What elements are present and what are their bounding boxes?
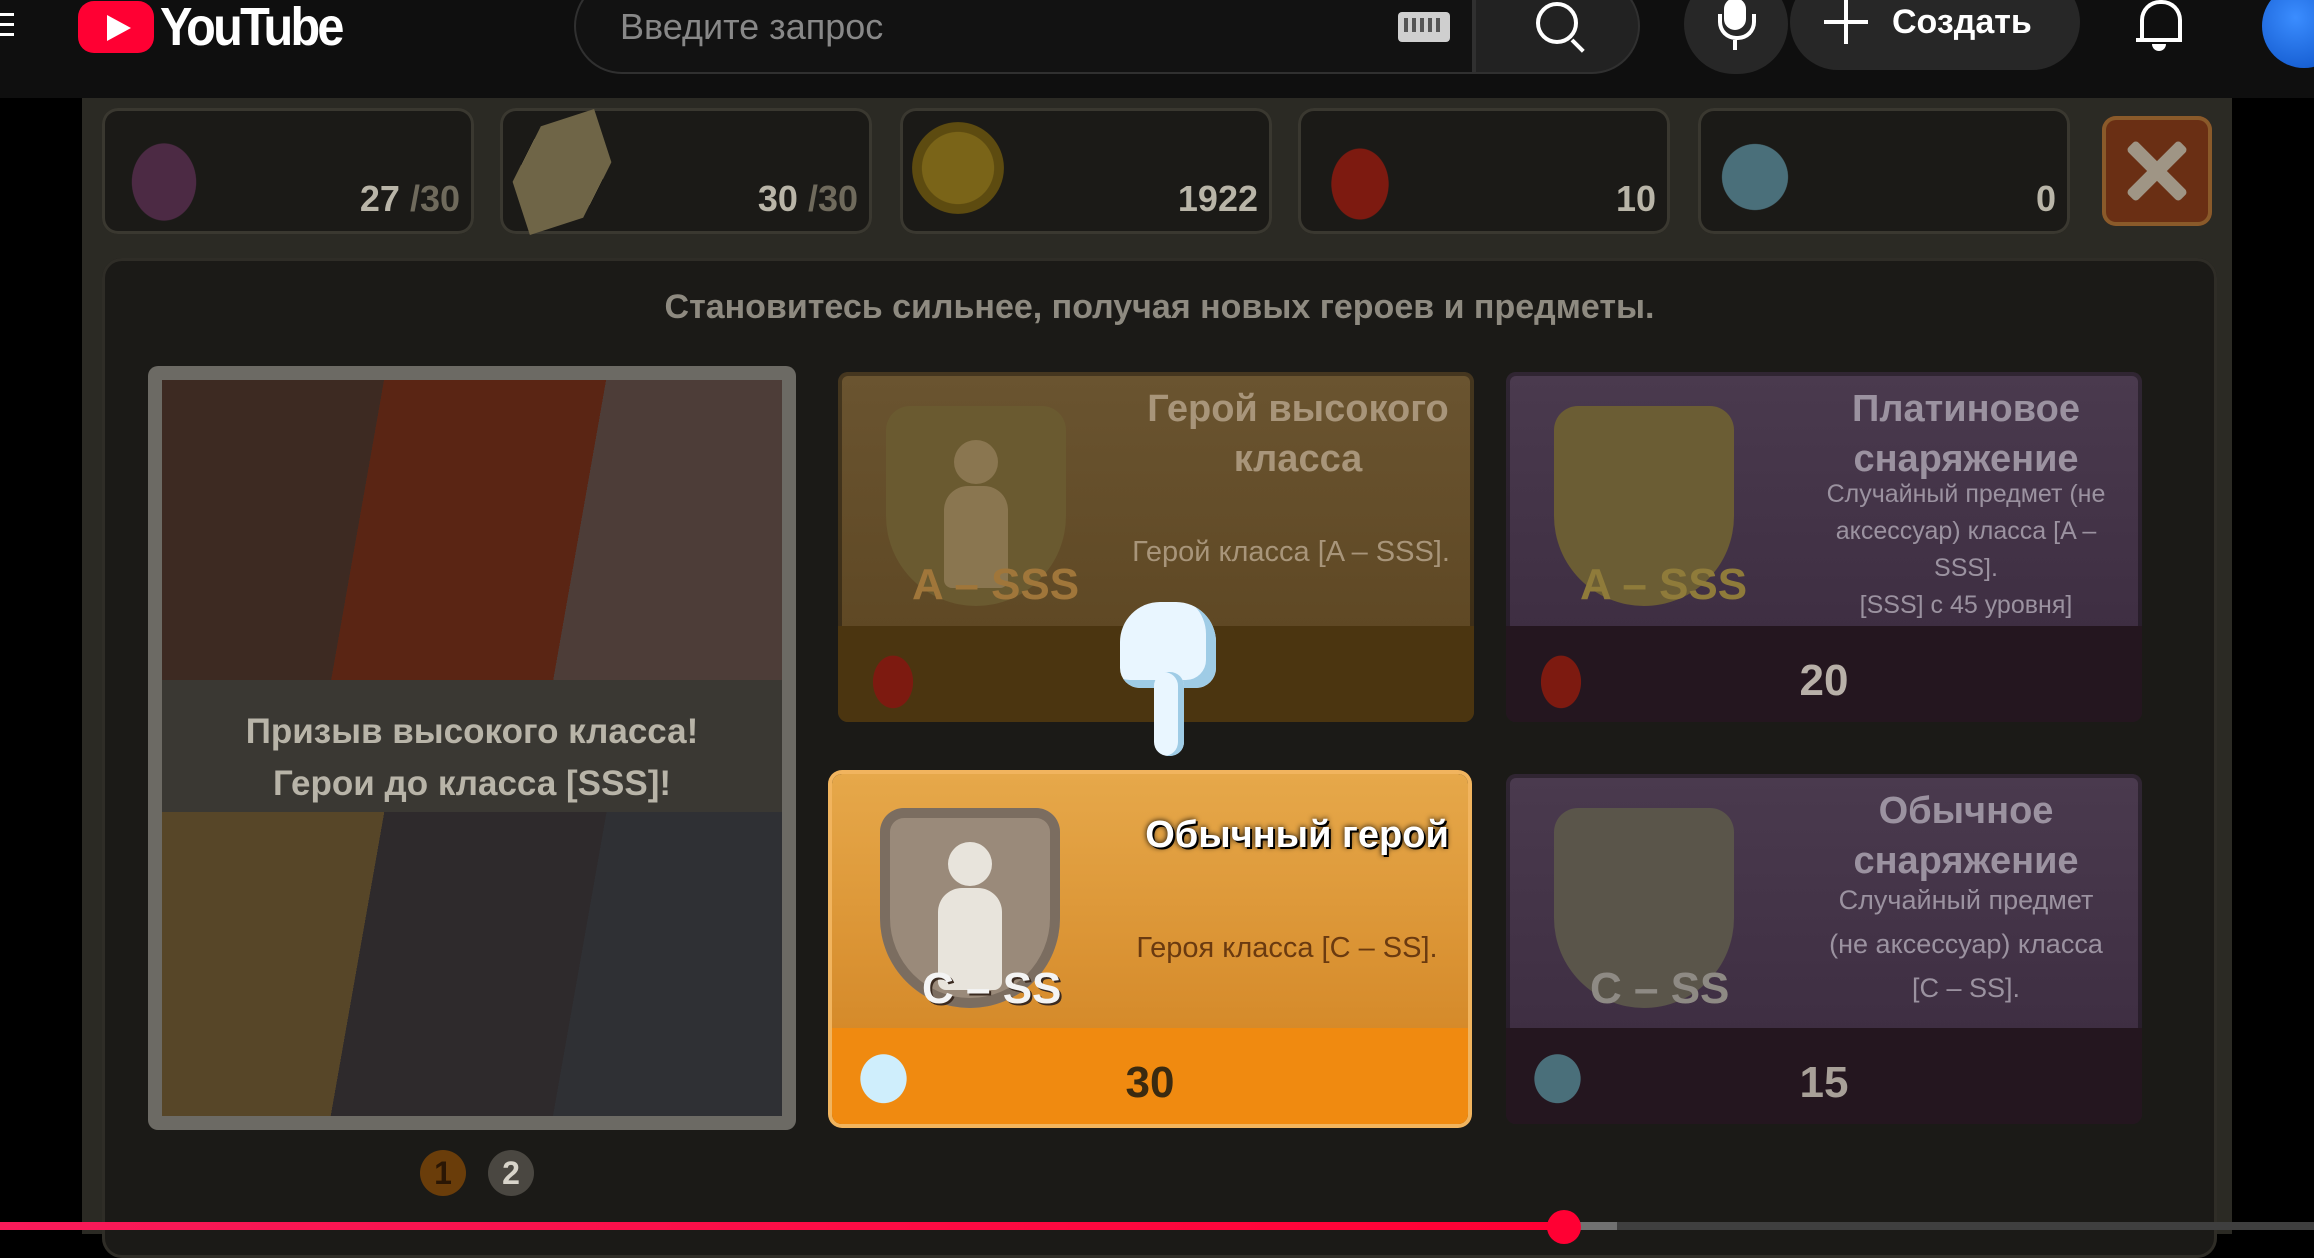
youtube-play-icon — [78, 1, 154, 53]
create-label: Создать — [1892, 2, 2032, 41]
card-price-bar: 15 — [1506, 1028, 2142, 1124]
card-grade: C – SS — [1590, 964, 1730, 1013]
card-platinum-equipment[interactable]: Платиновое снаряжение Случайный предмет … — [1506, 372, 2142, 722]
card-title-line1: Обычное — [1878, 790, 2054, 832]
thumbs-up-icon — [1710, 122, 1810, 222]
resource-current: 1922 — [1177, 178, 1258, 219]
logo-text: YouTube — [160, 0, 344, 57]
card-description: Герой класса [A – SSS]. — [1132, 536, 1450, 568]
card-desc-line2: аксессуар) класса [A – — [1835, 517, 2097, 545]
resource-current: 30 — [757, 178, 798, 219]
card-price: 20 — [1799, 656, 1849, 705]
resource-current: 27 — [359, 178, 400, 219]
card-desc-line3: SSS]. — [1934, 554, 1998, 582]
video-progress-bar[interactable] — [0, 1210, 2314, 1244]
card-description: Случайный предмет (не аксессуар) класса … — [1796, 476, 2136, 624]
promo-line1: Призыв высокого класса! — [245, 712, 699, 751]
card-common-hero[interactable]: Обычный герой Героя класса [C – SS]. C –… — [832, 774, 1468, 1124]
avatar[interactable] — [2262, 0, 2314, 68]
resource-current: 10 — [1615, 178, 1656, 219]
boot-icon — [114, 122, 214, 222]
resource-rubies: 10 — [1298, 108, 1670, 234]
card-price-bar: 30 — [832, 1028, 1468, 1124]
close-button[interactable] — [2102, 116, 2212, 226]
page-indicator-2[interactable]: 2 — [488, 1150, 534, 1196]
page-indicator-1[interactable]: 1 — [420, 1150, 466, 1196]
video-player[interactable]: 27 /30 30 /30 1922 10 0 Становитесь силь… — [0, 98, 2314, 1258]
gold-coin-icon — [912, 122, 1004, 214]
progress-played — [0, 1222, 1565, 1230]
card-title-line1: Платиновое — [1852, 388, 2080, 430]
card-title: Обычный герой — [1145, 814, 1449, 856]
card-price-bar: 20 — [1506, 626, 2142, 722]
promo-text: Призыв высокого класса! Герои до класса … — [162, 706, 782, 810]
resource-gold: 1922 — [900, 108, 1272, 234]
menu-icon[interactable] — [0, 6, 14, 42]
card-title-line2: класса — [1233, 438, 1363, 480]
card-title: Платиновое снаряжение — [1796, 384, 2136, 484]
ruby-drop-icon — [1310, 122, 1410, 222]
card-desc-line4: [SSS] с 45 уровня] — [1859, 591, 2073, 619]
youtube-logo[interactable]: YouTube — [78, 0, 362, 58]
resource-max: /30 — [807, 178, 858, 219]
ruby-drop-icon — [858, 636, 928, 710]
voice-search-button[interactable] — [1684, 0, 1788, 74]
card-price: 15 — [1799, 1058, 1849, 1107]
card-common-equipment[interactable]: Обычное снаряжение Случайный предмет (не… — [1506, 774, 2142, 1124]
card-price: 30 — [1125, 1058, 1175, 1107]
card-title-line1: Герой высокого — [1147, 388, 1449, 430]
card-grade: A – SSS — [912, 560, 1080, 609]
card-desc-line1: Случайный предмет — [1838, 885, 2094, 915]
resource-boots: 27 /30 — [102, 108, 474, 234]
notifications-bell-icon[interactable] — [2136, 0, 2182, 51]
keyboard-icon[interactable] — [1398, 12, 1450, 42]
resource-thumbs: 0 — [1698, 108, 2070, 234]
resource-max: /30 — [409, 178, 460, 219]
search-button[interactable] — [1474, 0, 1640, 74]
panel-subtitle: Становитесь сильнее, получая новых герое… — [664, 288, 1655, 326]
resource-value: 30 /30 — [758, 178, 858, 220]
youtube-masthead: YouTube Введите запрос Создать — [0, 0, 2314, 98]
card-title: Обычное снаряжение — [1796, 786, 2136, 886]
search-placeholder: Введите запрос — [620, 6, 884, 47]
search-input[interactable]: Введите запрос — [574, 0, 1474, 74]
search-icon — [1536, 2, 1578, 44]
microphone-stem — [1733, 40, 1737, 50]
ticket-icon — [498, 108, 626, 236]
promo-banner[interactable]: Призыв высокого класса! Герои до класса … — [148, 366, 796, 1130]
plus-icon — [1824, 0, 1868, 44]
card-grade: A – SSS — [1580, 560, 1748, 609]
resource-value: 27 /30 — [360, 178, 460, 220]
tutorial-pointer-hand-icon — [1120, 592, 1220, 762]
promo-line2: Герои до класса [SSS]! — [272, 764, 672, 803]
resource-current: 0 — [2035, 178, 2056, 219]
card-description: Героя класса [C – SS]. — [1136, 932, 1438, 964]
card-desc-line1: Случайный предмет (не — [1826, 480, 2106, 508]
card-desc-line3: [C – SS]. — [1911, 973, 2021, 1003]
create-button[interactable]: Создать — [1790, 0, 2080, 70]
card-grade: C – SS — [922, 964, 1062, 1013]
progress-scrubber-handle[interactable] — [1547, 1210, 1582, 1244]
card-title: Герой высокого класса — [1138, 384, 1458, 484]
hero-art-top — [162, 380, 782, 680]
resource-tickets: 30 /30 — [498, 108, 872, 236]
microphone-stand — [1718, 14, 1756, 40]
card-description: Случайный предмет (не аксессуар) класса … — [1796, 878, 2136, 1010]
hero-art-bottom — [162, 812, 782, 1116]
card-desc-line2: (не аксессуар) класса — [1829, 929, 2103, 959]
